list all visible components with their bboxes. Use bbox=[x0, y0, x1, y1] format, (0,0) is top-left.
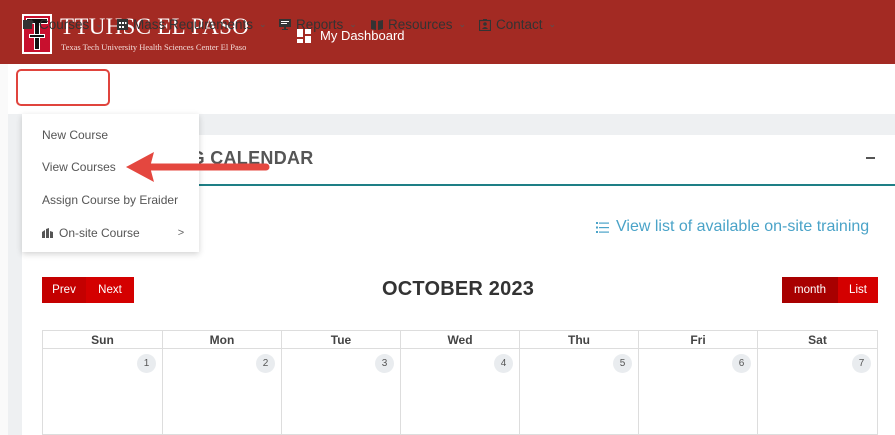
monitor-icon bbox=[279, 19, 291, 30]
calendar-day-cell[interactable]: 6 bbox=[638, 349, 757, 435]
day-number: 6 bbox=[732, 354, 751, 373]
nav-contact[interactable]: Contact ⌄ bbox=[479, 17, 556, 32]
courses-icon bbox=[23, 19, 34, 29]
calendar-day-cell[interactable]: 3 bbox=[281, 349, 400, 435]
calendar-day-cell[interactable]: 7 bbox=[757, 349, 878, 435]
nav-resources-label: Resources bbox=[388, 17, 453, 32]
menu-item-label: New Course bbox=[42, 128, 109, 142]
menu-item-new-course[interactable]: New Course bbox=[42, 128, 108, 142]
top-header: TTUHSC EL PASO Texas Tech University Hea… bbox=[0, 0, 895, 64]
annotation-arrow-icon bbox=[126, 152, 270, 182]
calendar-day-cell[interactable]: 2 bbox=[162, 349, 281, 435]
collapse-icon[interactable] bbox=[866, 157, 875, 159]
nav-courses[interactable]: Courses ⌄ bbox=[23, 17, 103, 32]
brand-subtitle: Texas Tech University Health Sciences Ce… bbox=[61, 42, 247, 52]
day-number: 5 bbox=[613, 354, 632, 373]
main-nav bbox=[8, 64, 895, 114]
nav-resources[interactable]: Resources ⌄ bbox=[371, 17, 466, 32]
weekday-sun: Sun bbox=[42, 330, 162, 349]
book-icon bbox=[371, 20, 383, 30]
weekday-tue: Tue bbox=[281, 330, 400, 349]
menu-item-label: On-site Course bbox=[59, 226, 140, 240]
menu-item-onsite-course[interactable]: On-site Course > bbox=[42, 226, 184, 240]
nav-courses-label: Courses bbox=[39, 17, 90, 32]
calendar-month-title: OCTOBER 2023 bbox=[382, 278, 535, 300]
calendar-grid: Sun Mon Tue Wed Thu Fri Sat 1 2 3 4 5 6 … bbox=[42, 330, 878, 435]
weekday-sat: Sat bbox=[757, 330, 878, 349]
left-gutter bbox=[0, 64, 8, 435]
chevron-down-icon: ⌄ bbox=[458, 19, 467, 29]
day-number: 2 bbox=[256, 354, 275, 373]
prev-button[interactable]: Prev bbox=[42, 277, 86, 303]
contact-card-icon bbox=[479, 18, 491, 31]
list-icon bbox=[596, 221, 609, 233]
day-number: 3 bbox=[375, 354, 394, 373]
nav-reports-label: Reports bbox=[296, 17, 344, 32]
calendar-day-cell[interactable]: 5 bbox=[519, 349, 638, 435]
weekday-thu: Thu bbox=[519, 330, 638, 349]
calendar-grid-icon bbox=[117, 19, 128, 30]
menu-item-view-courses[interactable]: View Courses bbox=[42, 160, 116, 174]
weekday-mon: Mon bbox=[162, 330, 281, 349]
calendar-day-cell[interactable]: 1 bbox=[42, 349, 162, 435]
chevron-down-icon: ⌄ bbox=[349, 19, 357, 29]
onsite-training-link[interactable]: View list of available on-site training bbox=[596, 218, 869, 236]
nav-contact-label: Contact bbox=[496, 17, 543, 32]
building-icon bbox=[42, 228, 53, 238]
day-number: 4 bbox=[494, 354, 513, 373]
nav-mass-requirements-label: Mass Requirements bbox=[133, 17, 254, 32]
nav-reports[interactable]: Reports ⌄ bbox=[279, 17, 357, 32]
calendar-day-cell[interactable]: 4 bbox=[400, 349, 519, 435]
courses-highlight-box bbox=[16, 69, 110, 106]
menu-item-label: Assign Course by Eraider bbox=[42, 193, 179, 207]
day-number: 1 bbox=[137, 354, 156, 373]
list-view-button[interactable]: List bbox=[838, 277, 878, 303]
month-view-button[interactable]: month bbox=[782, 277, 838, 303]
chevron-down-icon: ⌄ bbox=[548, 19, 557, 29]
day-number: 7 bbox=[852, 354, 871, 373]
weekday-fri: Fri bbox=[638, 330, 757, 349]
nav-mass-requirements[interactable]: Mass Requirements ⌄ bbox=[117, 17, 267, 32]
chevron-down-icon: ⌄ bbox=[95, 19, 103, 29]
onsite-training-label: View list of available on-site training bbox=[616, 218, 870, 235]
weekday-wed: Wed bbox=[400, 330, 519, 349]
menu-item-label: View Courses bbox=[42, 160, 116, 174]
chevron-right-icon: > bbox=[177, 227, 185, 239]
chevron-down-icon: ⌄ bbox=[259, 19, 267, 29]
next-button[interactable]: Next bbox=[86, 277, 134, 303]
menu-item-assign-course[interactable]: Assign Course by Eraider bbox=[42, 193, 178, 207]
